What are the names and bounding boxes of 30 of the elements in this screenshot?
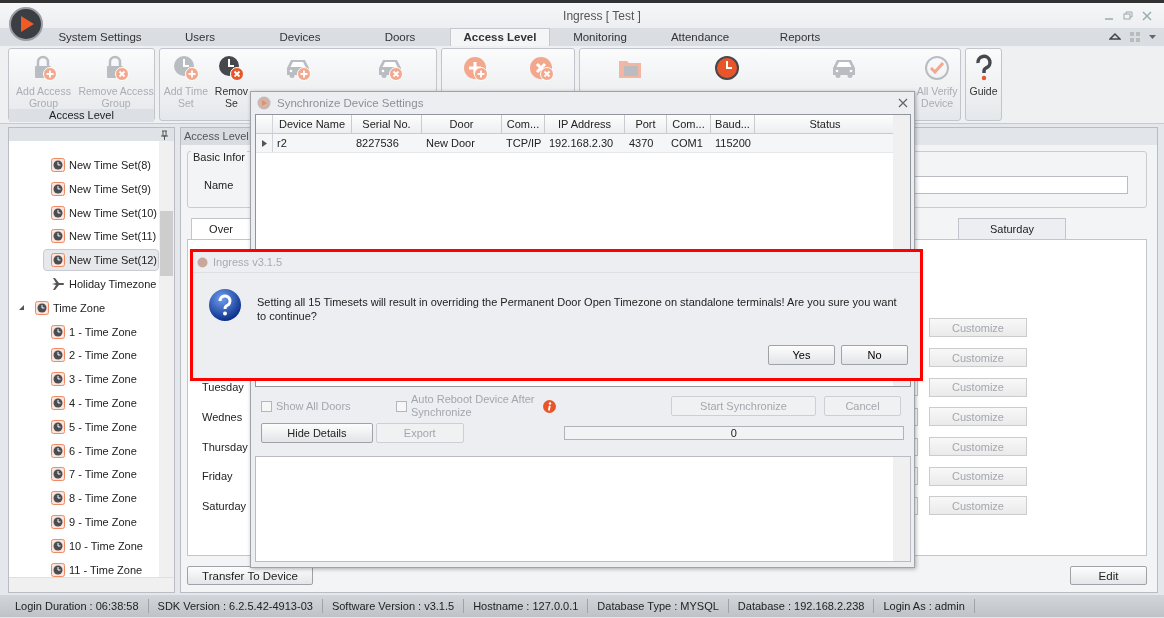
table-cell: TCP/IP xyxy=(506,137,542,149)
status-item: Login Duration : 06:38:58 xyxy=(6,599,149,613)
day-label: Friday xyxy=(202,470,233,483)
dialog-title: Synchronize Device Settings xyxy=(277,97,424,109)
status-item: Database : 192.168.2.238 xyxy=(728,599,875,613)
group-legend: Basic Infor xyxy=(191,151,247,163)
dialog-title: Ingress v3.1.5 xyxy=(213,256,283,268)
table-cell: 192.168.2.30 xyxy=(549,137,614,149)
status-item: SDK Version : 6.2.5.42-4913-03 xyxy=(148,599,323,613)
table-cell: 115200 xyxy=(715,137,751,149)
field-label: Name xyxy=(204,179,235,191)
day-label: Thursday xyxy=(202,440,248,453)
group-label: Access Level xyxy=(9,109,154,122)
checkbox-label: Show All Doors xyxy=(276,400,351,412)
message-text: Setting all 15 Timesets will result in overriding the Permanent Door Open Timezone on standalone terminals! Are you sure you want to continue? xyxy=(257,295,898,323)
table-cell: 8227536 xyxy=(356,137,399,149)
table-cell: New Door xyxy=(426,137,475,149)
status-item: Login As : admin xyxy=(874,599,975,613)
table-cell: COM1 xyxy=(671,137,703,149)
checkbox-label: Auto Reboot Device After Synchronize xyxy=(411,393,536,419)
day-label: Wednes xyxy=(202,410,243,423)
table-cell: 4370 xyxy=(629,137,654,149)
day-label: Saturday xyxy=(202,499,247,512)
window-title: Ingress [ Test ] xyxy=(563,8,641,23)
progress-value: 0 xyxy=(730,426,737,440)
status-item: Hostname : 127.0.0.1 xyxy=(464,599,589,613)
day-label: Tuesday xyxy=(202,381,244,394)
status-item: Database Type : MYSQL xyxy=(588,599,729,613)
status-item: Software Version : v3.1.5 xyxy=(322,599,465,613)
table-cell: r2 xyxy=(277,137,287,149)
